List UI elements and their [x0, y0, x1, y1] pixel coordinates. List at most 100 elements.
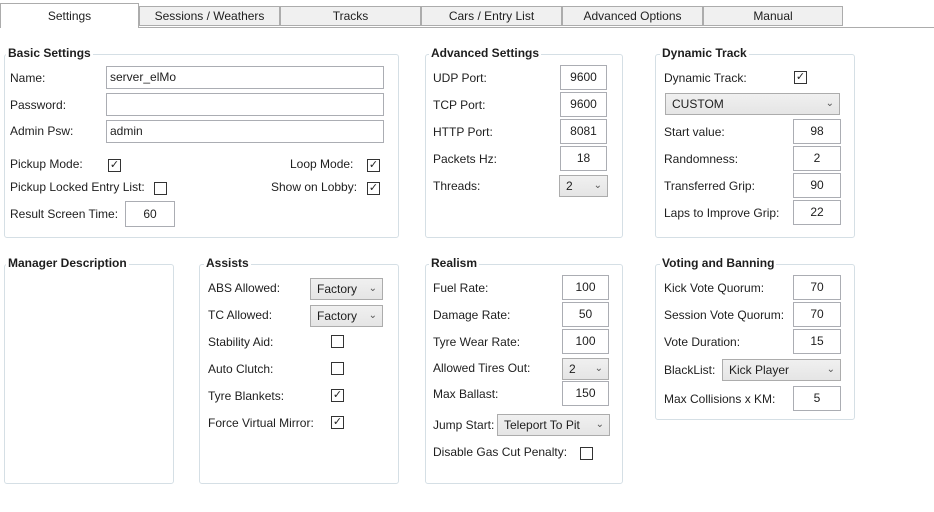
chevron-down-icon: ⌄ — [368, 310, 377, 321]
name-field[interactable]: server_elMo — [106, 66, 384, 89]
disable-gas-cut-checkbox[interactable] — [580, 447, 593, 460]
tcp-port-field[interactable]: 9600 — [560, 92, 607, 117]
dynamic-track-preset-dropdown[interactable]: CUSTOM ⌄ — [665, 93, 840, 115]
kick-vote-quorum-label: Kick Vote Quorum: — [664, 281, 765, 295]
force-virtual-mirror-label: Force Virtual Mirror: — [208, 416, 314, 430]
damage-rate-field[interactable]: 50 — [562, 302, 609, 327]
threads-label: Threads: — [433, 179, 481, 193]
pickup-locked-checkbox[interactable] — [154, 182, 167, 195]
assists-title: Assists — [204, 256, 251, 270]
abs-allowed-dropdown[interactable]: Factory ⌄ — [310, 278, 383, 300]
auto-clutch-checkbox[interactable] — [331, 362, 344, 375]
start-value-field[interactable]: 98 — [793, 119, 841, 144]
damage-rate-label: Damage Rate: — [433, 308, 511, 322]
tab-manual[interactable]: Manual — [703, 6, 843, 26]
randomness-field[interactable]: 2 — [793, 146, 841, 171]
vote-duration-label: Vote Duration: — [664, 335, 741, 349]
dynamic-track-checkbox[interactable]: ✓ — [794, 71, 807, 84]
tyre-wear-rate-field[interactable]: 100 — [562, 329, 609, 354]
stability-aid-label: Stability Aid: — [208, 335, 274, 349]
tyre-blankets-checkbox[interactable]: ✓ — [331, 389, 344, 402]
fuel-rate-label: Fuel Rate: — [433, 281, 489, 295]
tc-allowed-label: TC Allowed: — [208, 308, 273, 322]
tab-sessions-weathers[interactable]: Sessions / Weathers — [139, 6, 280, 26]
chevron-down-icon: ⌄ — [595, 419, 604, 430]
tab-bar: Settings Sessions / Weathers Tracks Cars… — [0, 0, 934, 28]
tc-allowed-dropdown[interactable]: Factory ⌄ — [310, 305, 383, 327]
pickup-mode-label: Pickup Mode: — [10, 157, 83, 171]
fuel-rate-field[interactable]: 100 — [562, 275, 609, 300]
blacklist-dropdown[interactable]: Kick Player ⌄ — [722, 359, 841, 381]
tab-advanced-options[interactable]: Advanced Options — [562, 6, 703, 26]
laps-improve-grip-field[interactable]: 22 — [793, 200, 841, 225]
show-lobby-label: Show on Lobby: — [271, 180, 358, 194]
chevron-down-icon: ⌄ — [593, 180, 602, 191]
dynamic-track-label: Dynamic Track: — [664, 71, 747, 85]
tab-settings[interactable]: Settings — [0, 3, 139, 28]
transferred-grip-label: Transferred Grip: — [664, 179, 755, 193]
randomness-label: Randomness: — [664, 152, 739, 166]
tyre-wear-rate-label: Tyre Wear Rate: — [433, 335, 521, 349]
advanced-settings-title: Advanced Settings — [429, 46, 542, 60]
show-lobby-checkbox[interactable]: ✓ — [367, 182, 380, 195]
udp-port-field[interactable]: 9600 — [560, 65, 607, 90]
admin-password-label: Admin Psw: — [10, 124, 74, 138]
voting-banning-title: Voting and Banning — [660, 256, 777, 270]
udp-port-label: UDP Port: — [433, 71, 487, 85]
vote-duration-field[interactable]: 15 — [793, 329, 841, 354]
session-vote-quorum-field[interactable]: 70 — [793, 302, 841, 327]
kick-vote-quorum-field[interactable]: 70 — [793, 275, 841, 300]
abs-allowed-label: ABS Allowed: — [208, 281, 281, 295]
transferred-grip-field[interactable]: 90 — [793, 173, 841, 198]
threads-value: 2 — [566, 179, 573, 193]
result-screen-time-field[interactable]: 60 — [125, 201, 175, 227]
start-value-label: Start value: — [664, 125, 725, 139]
admin-password-field[interactable]: admin — [106, 120, 384, 143]
basic-settings-title: Basic Settings — [6, 46, 93, 60]
allowed-tires-out-dropdown[interactable]: 2 ⌄ — [562, 358, 609, 380]
abs-allowed-value: Factory — [317, 282, 358, 296]
password-label: Password: — [10, 98, 67, 112]
chevron-down-icon: ⌄ — [825, 98, 834, 109]
tcp-port-label: TCP Port: — [433, 98, 486, 112]
jump-start-dropdown[interactable]: Teleport To Pit ⌄ — [497, 414, 610, 436]
http-port-field[interactable]: 8081 — [560, 119, 607, 144]
packets-hz-field[interactable]: 18 — [560, 146, 607, 171]
dynamic-track-title: Dynamic Track — [660, 46, 749, 60]
jump-start-value: Teleport To Pit — [504, 418, 580, 432]
laps-improve-grip-label: Laps to Improve Grip: — [664, 206, 780, 220]
tab-tracks[interactable]: Tracks — [280, 6, 421, 26]
force-virtual-mirror-checkbox[interactable]: ✓ — [331, 416, 344, 429]
chevron-down-icon: ⌄ — [826, 364, 835, 375]
pickup-mode-checkbox[interactable]: ✓ — [108, 159, 121, 172]
name-label: Name: — [10, 71, 46, 85]
disable-gas-cut-label: Disable Gas Cut Penalty: — [433, 445, 568, 459]
session-vote-quorum-label: Session Vote Quorum: — [664, 308, 785, 322]
preset-value: CUSTOM — [672, 97, 724, 111]
max-ballast-label: Max Ballast: — [433, 387, 499, 401]
max-collisions-field[interactable]: 5 — [793, 386, 841, 411]
tyre-blankets-label: Tyre Blankets: — [208, 389, 285, 403]
loop-mode-label: Loop Mode: — [290, 157, 354, 171]
tab-cars-entry-list[interactable]: Cars / Entry List — [421, 6, 562, 26]
http-port-label: HTTP Port: — [433, 125, 493, 139]
password-field[interactable] — [106, 93, 384, 116]
auto-clutch-label: Auto Clutch: — [208, 362, 274, 376]
chevron-down-icon: ⌄ — [368, 283, 377, 294]
tc-allowed-value: Factory — [317, 309, 358, 323]
pickup-locked-label: Pickup Locked Entry List: — [10, 180, 145, 194]
blacklist-label: BlackList: — [664, 363, 716, 377]
allowed-tires-out-label: Allowed Tires Out: — [433, 361, 531, 375]
stability-aid-checkbox[interactable] — [331, 335, 344, 348]
jump-start-label: Jump Start: — [433, 418, 495, 432]
allowed-tires-out-value: 2 — [569, 362, 576, 376]
packets-hz-label: Packets Hz: — [433, 152, 498, 166]
tab-divider — [0, 27, 934, 28]
max-collisions-label: Max Collisions x KM: — [664, 392, 776, 406]
loop-mode-checkbox[interactable]: ✓ — [367, 159, 380, 172]
threads-dropdown[interactable]: 2 ⌄ — [559, 175, 608, 197]
manager-description-group — [4, 264, 174, 484]
result-screen-time-label: Result Screen Time: — [10, 207, 119, 221]
chevron-down-icon: ⌄ — [594, 363, 603, 374]
max-ballast-field[interactable]: 150 — [562, 381, 609, 406]
